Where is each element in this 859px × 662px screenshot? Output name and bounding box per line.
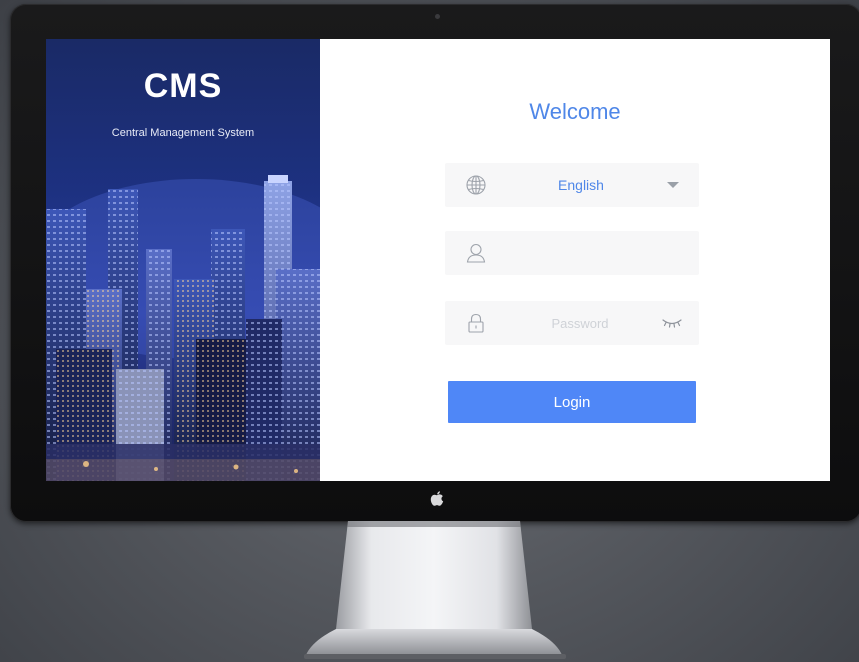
- username-field: [445, 231, 699, 275]
- monitor-screen: CMS Central Management System Welcome En…: [46, 39, 830, 481]
- monitor-frame: CMS Central Management System Welcome En…: [10, 4, 859, 522]
- eye-closed-icon[interactable]: [661, 315, 683, 329]
- welcome-heading: Welcome: [529, 99, 621, 124]
- brand-panel: CMS Central Management System: [46, 39, 320, 481]
- username-input[interactable]: [499, 231, 649, 275]
- lock-icon: [468, 313, 484, 333]
- apple-logo-icon: [430, 491, 444, 506]
- monitor-stand: [304, 521, 566, 659]
- chevron-down-icon: [667, 182, 679, 188]
- brand-title: CMS: [143, 67, 223, 105]
- user-icon: [466, 243, 486, 263]
- brand-subtitle: Central Management System: [111, 127, 255, 139]
- login-button[interactable]: Login: [448, 381, 696, 423]
- password-input[interactable]: [505, 301, 655, 345]
- language-select[interactable]: English: [445, 163, 699, 207]
- password-field: [445, 301, 699, 345]
- login-panel: Welcome English Login: [320, 39, 830, 481]
- camera-dot: [435, 14, 440, 19]
